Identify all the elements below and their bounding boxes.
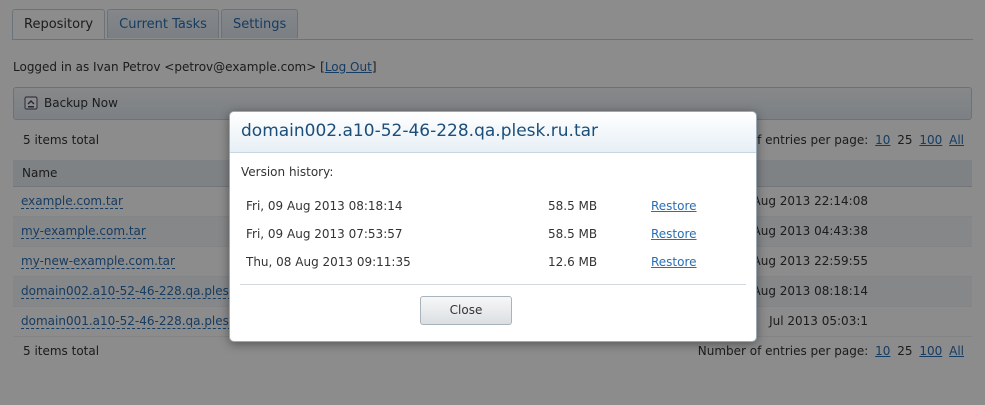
close-button[interactable]: Close	[420, 296, 512, 325]
restore-link[interactable]: Restore	[651, 227, 697, 241]
version-history-dialog: domain002.a10-52-46-228.qa.plesk.ru.tar …	[229, 111, 757, 342]
version-date: Fri, 09 Aug 2013 07:53:57	[246, 227, 403, 241]
dialog-divider	[240, 284, 746, 285]
version-date: Thu, 08 Aug 2013 09:11:35	[246, 255, 411, 269]
version-size: 12.6 MB	[548, 255, 598, 269]
version-history-label: Version history:	[241, 165, 334, 179]
restore-link[interactable]: Restore	[651, 255, 697, 269]
version-size: 58.5 MB	[548, 227, 598, 241]
version-date: Fri, 09 Aug 2013 08:18:14	[246, 199, 403, 213]
dialog-title: domain002.a10-52-46-228.qa.plesk.ru.tar	[230, 112, 756, 153]
restore-link[interactable]: Restore	[651, 199, 697, 213]
version-row: Fri, 09 Aug 2013 07:53:57 58.5 MB Restor…	[230, 227, 756, 249]
version-size: 58.5 MB	[548, 199, 598, 213]
version-row: Thu, 08 Aug 2013 09:11:35 12.6 MB Restor…	[230, 255, 756, 277]
version-row: Fri, 09 Aug 2013 08:18:14 58.5 MB Restor…	[230, 199, 756, 221]
